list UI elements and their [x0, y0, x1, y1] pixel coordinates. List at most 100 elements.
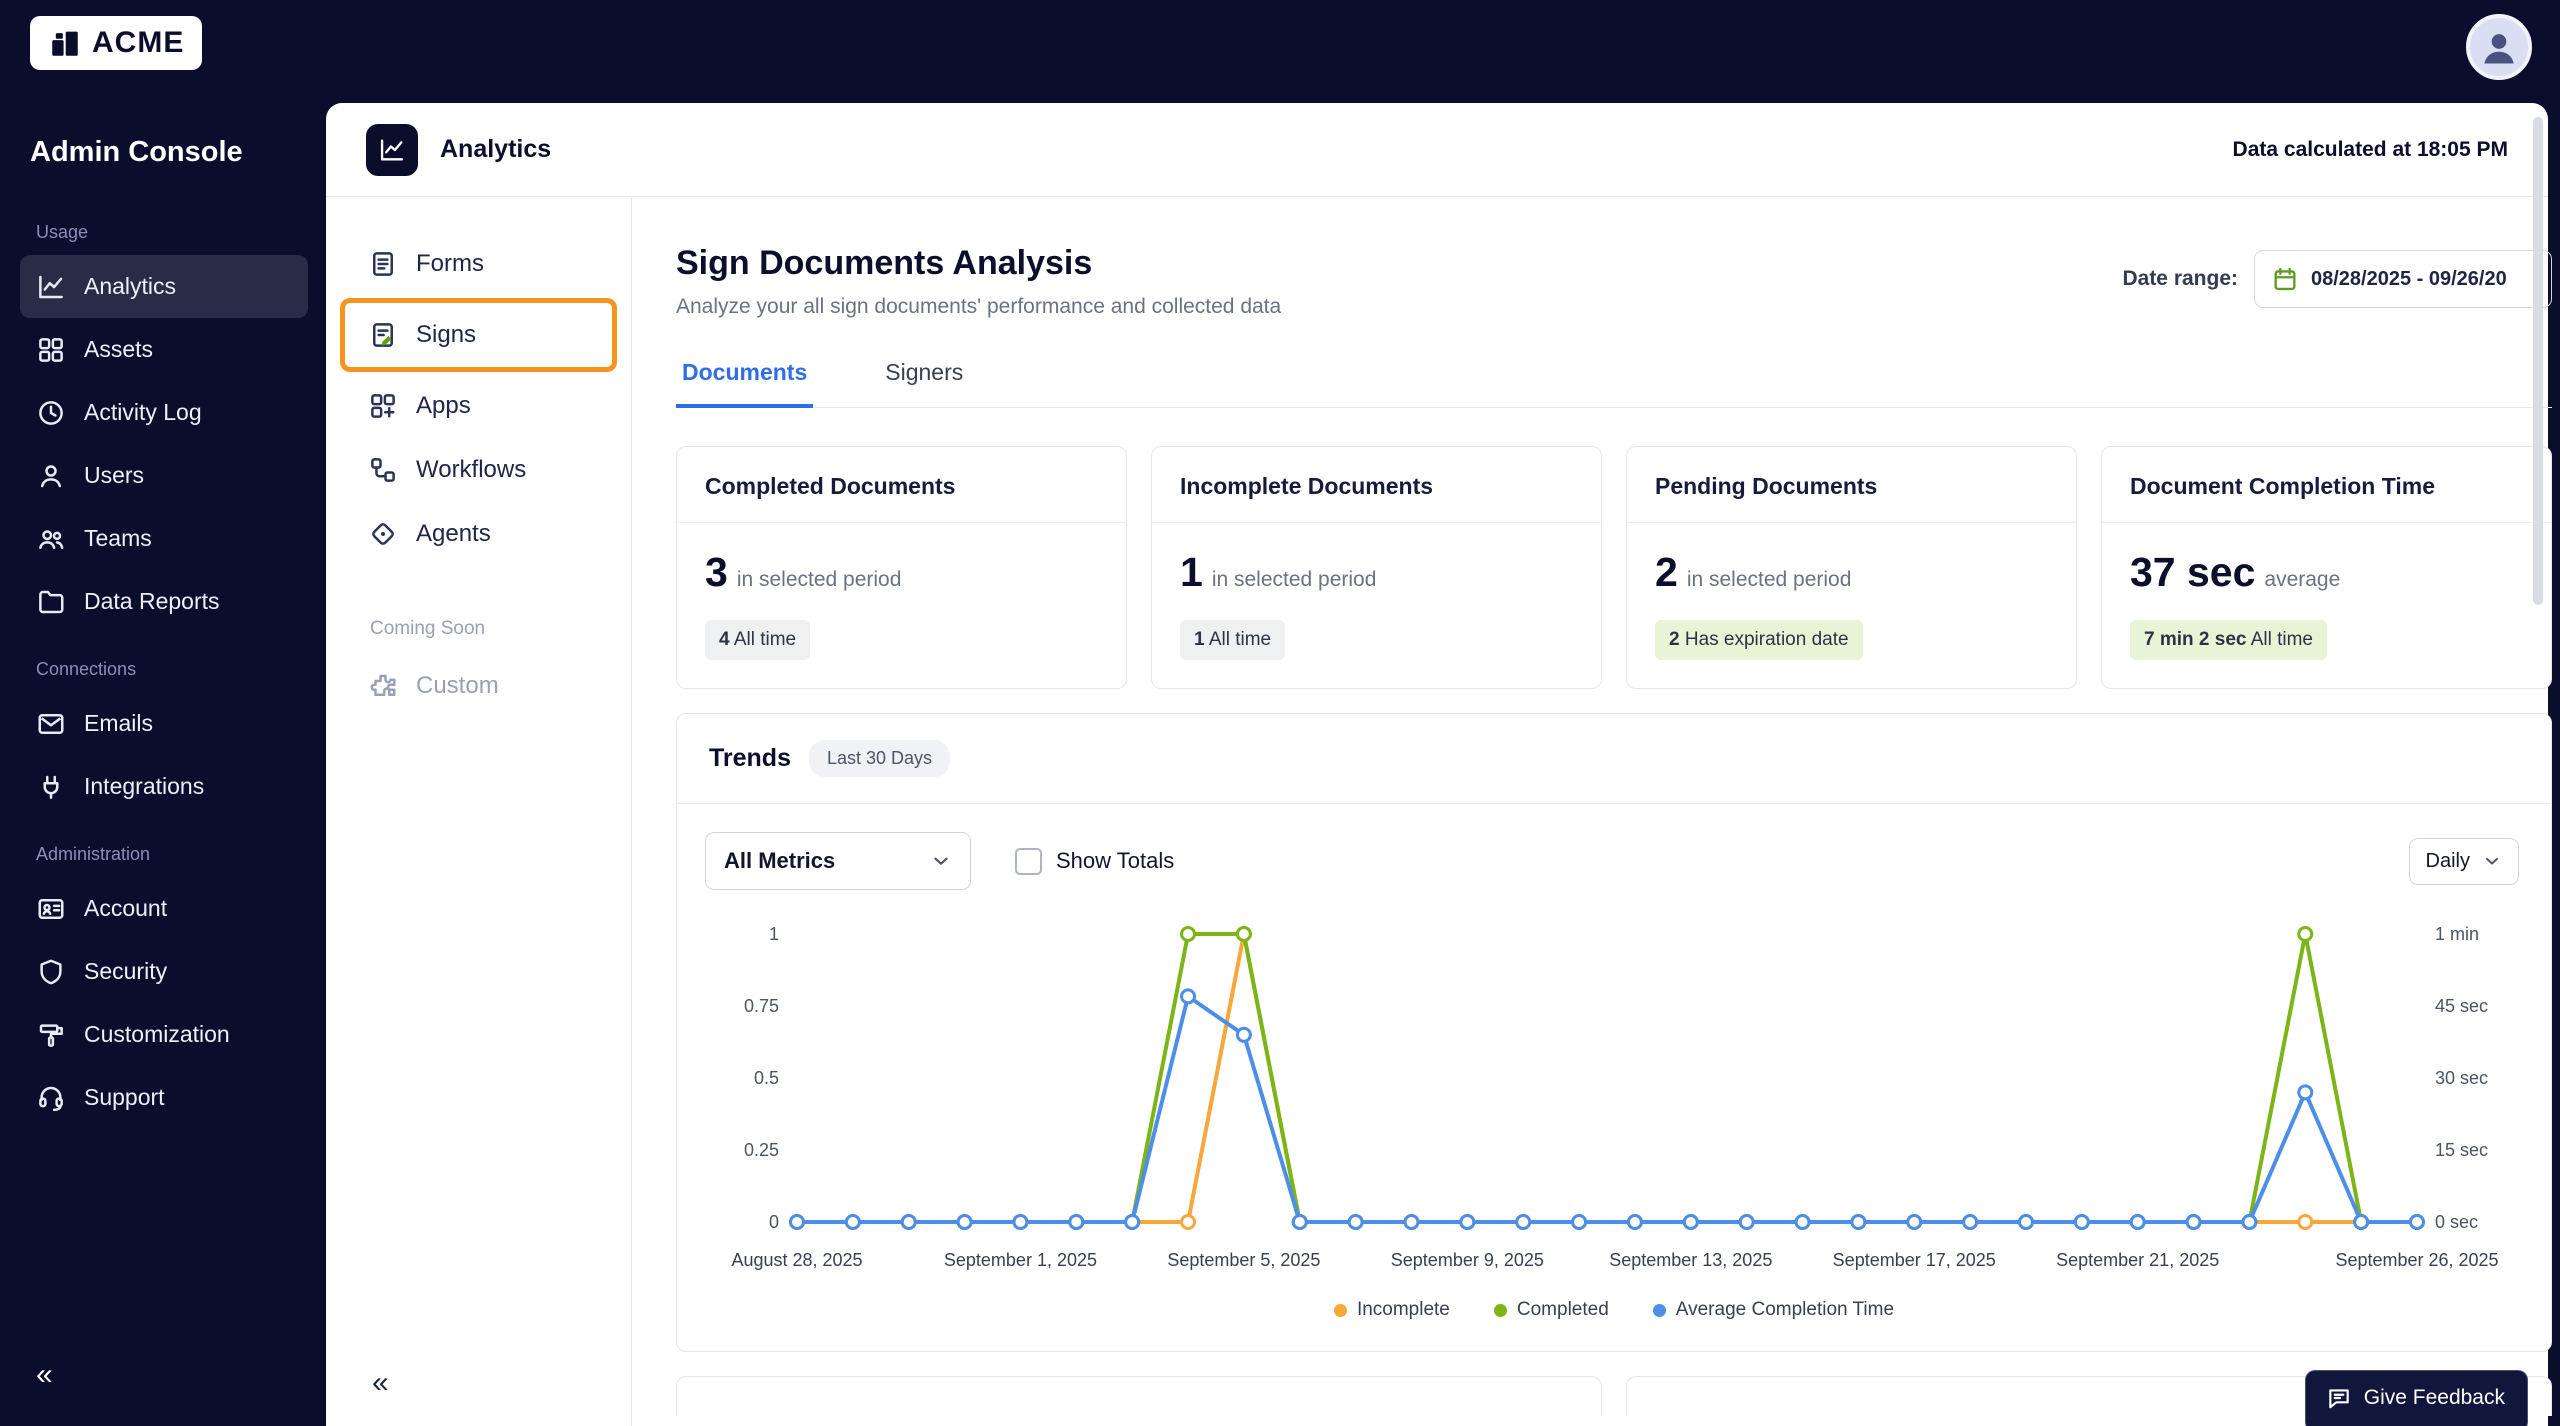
sidebar-item-customization[interactable]: Customization — [20, 1003, 308, 1066]
coming-soon-label: Coming Soon — [326, 566, 631, 654]
grid-icon — [36, 335, 66, 365]
nav-section-administration: Administration — [20, 818, 308, 877]
interval-select[interactable]: Daily — [2409, 838, 2519, 885]
trends-chart-svg: 00.250.50.7510 sec15 sec30 sec45 sec1 mi… — [705, 908, 2523, 1280]
subnav-item-apps[interactable]: Apps — [326, 374, 631, 438]
sidebar-item-label: Account — [84, 895, 167, 922]
user-avatar[interactable] — [2466, 14, 2532, 80]
trends-range-badge: Last 30 Days — [809, 740, 950, 777]
svg-text:30 sec: 30 sec — [2435, 1068, 2488, 1088]
shield-icon — [36, 957, 66, 987]
content-area: Sign Documents Analysis Analyze your all… — [632, 198, 2560, 1426]
svg-text:September 26, 2025: September 26, 2025 — [2335, 1250, 2498, 1270]
legend-label: Average Completion Time — [1676, 1299, 1894, 1321]
puzzle-icon — [368, 671, 398, 701]
stat-suffix: in selected period — [737, 568, 902, 591]
svg-text:1: 1 — [769, 924, 779, 944]
svg-text:0 sec: 0 sec — [2435, 1212, 2478, 1232]
stat-badge: 7 min 2 sec All time — [2130, 620, 2327, 660]
sidebar-item-support[interactable]: Support — [20, 1066, 308, 1129]
svg-text:0.25: 0.25 — [744, 1140, 779, 1160]
brand-logo-icon — [48, 26, 82, 60]
legend-item: Average Completion Time — [1653, 1299, 1894, 1321]
panel-scrollbar-thumb[interactable] — [2533, 117, 2543, 605]
apps-grid-icon — [368, 391, 398, 421]
stat-card-title: Completed Documents — [677, 447, 1126, 523]
clock-icon — [36, 398, 66, 428]
subnav-item-custom[interactable]: Custom — [326, 654, 631, 718]
subnav-item-agents[interactable]: Agents — [326, 502, 631, 566]
stat-cards-row: Completed Documents 3in selected period … — [676, 446, 2552, 689]
date-range-picker[interactable]: 08/28/2025 - 09/26/20 — [2254, 250, 2552, 308]
documents-signers-tabs: Documents Signers — [676, 359, 2552, 408]
nav-section-usage: Usage — [20, 196, 308, 255]
plug-icon — [36, 772, 66, 802]
stat-badge: 1 All time — [1180, 620, 1285, 660]
signs-highlight-annotation: Signs — [340, 298, 617, 372]
sidebar-item-label: Customization — [84, 1021, 230, 1048]
subnav-item-label: Apps — [416, 392, 471, 420]
user-icon — [36, 461, 66, 491]
stat-suffix: in selected period — [1212, 568, 1377, 591]
subnav-item-label: Workflows — [416, 456, 526, 484]
subnav-item-workflows[interactable]: Workflows — [326, 438, 631, 502]
sidebar-item-emails[interactable]: Emails — [20, 692, 308, 755]
sidebar-item-teams[interactable]: Teams — [20, 507, 308, 570]
stat-badge: 2 Has expiration date — [1655, 620, 1863, 660]
give-feedback-button[interactable]: Give Feedback — [2305, 1370, 2528, 1426]
sidebar-item-integrations[interactable]: Integrations — [20, 755, 308, 818]
sidebar-item-data-reports[interactable]: Data Reports — [20, 570, 308, 633]
stat-card-document-completion-time: Document Completion Time 37 secaverage 7… — [2101, 446, 2552, 689]
trends-card: Trends Last 30 Days All Metrics Show Tot… — [676, 713, 2552, 1352]
brand-logo[interactable]: ACME — [30, 16, 202, 70]
stat-card-pending-documents: Pending Documents 2in selected period 2 … — [1626, 446, 2077, 689]
page-title: Sign Documents Analysis — [676, 244, 1281, 283]
sidebar-item-label: Emails — [84, 710, 153, 737]
show-totals-checkbox[interactable] — [1015, 848, 1042, 875]
subnav-item-label: Signs — [416, 321, 476, 349]
nav-section-connections: Connections — [20, 633, 308, 692]
avatar-person-icon — [2477, 25, 2521, 69]
sidebar-collapse-button[interactable]: « — [36, 1358, 53, 1392]
sidebar-item-assets[interactable]: Assets — [20, 318, 308, 381]
people-group-icon — [36, 524, 66, 554]
give-feedback-label: Give Feedback — [2364, 1386, 2505, 1410]
svg-text:September 17, 2025: September 17, 2025 — [1833, 1250, 1996, 1270]
headset-icon — [36, 1083, 66, 1113]
svg-text:September 21, 2025: September 21, 2025 — [2056, 1250, 2219, 1270]
svg-text:45 sec: 45 sec — [2435, 996, 2488, 1016]
subnav-collapse-button[interactable]: « — [372, 1366, 389, 1400]
subnav-item-forms[interactable]: Forms — [326, 232, 631, 296]
legend-dot — [1653, 1304, 1666, 1317]
sidebar-item-activity-log[interactable]: Activity Log — [20, 381, 308, 444]
tab-signers[interactable]: Signers — [879, 359, 969, 407]
legend-label: Incomplete — [1357, 1299, 1450, 1321]
calendar-icon — [2271, 265, 2299, 293]
trends-line-chart: 00.250.50.7510 sec15 sec30 sec45 sec1 mi… — [677, 900, 2551, 1285]
subnav-item-signs[interactable]: Signs — [345, 303, 612, 367]
sidebar-item-label: Integrations — [84, 773, 204, 800]
main-panel: Analytics Data calculated at 18:05 PM Fo… — [326, 103, 2548, 1426]
workflow-icon — [368, 455, 398, 485]
sidebar-item-account[interactable]: Account — [20, 877, 308, 940]
paint-roller-icon — [36, 1020, 66, 1050]
stat-value: 37 sec — [2130, 549, 2255, 595]
tab-documents[interactable]: Documents — [676, 359, 813, 408]
stat-suffix: average — [2264, 568, 2340, 591]
sidebar-item-analytics[interactable]: Analytics — [20, 255, 308, 318]
sidebar-item-label: Assets — [84, 336, 153, 363]
stat-card-title: Incomplete Documents — [1152, 447, 1601, 523]
trends-title: Trends — [709, 744, 791, 773]
subnav-item-label: Agents — [416, 520, 491, 548]
stat-value: 1 — [1180, 549, 1203, 595]
sidebar-item-users[interactable]: Users — [20, 444, 308, 507]
sidebar-item-security[interactable]: Security — [20, 940, 308, 1003]
sidebar-item-label: Data Reports — [84, 588, 220, 615]
legend-item: Completed — [1494, 1299, 1609, 1321]
stat-value: 2 — [1655, 549, 1678, 595]
document-icon — [368, 249, 398, 279]
metrics-select[interactable]: All Metrics — [705, 832, 971, 890]
svg-text:September 1, 2025: September 1, 2025 — [944, 1250, 1097, 1270]
sidebar-item-label: Users — [84, 462, 144, 489]
stat-value: 3 — [705, 549, 728, 595]
